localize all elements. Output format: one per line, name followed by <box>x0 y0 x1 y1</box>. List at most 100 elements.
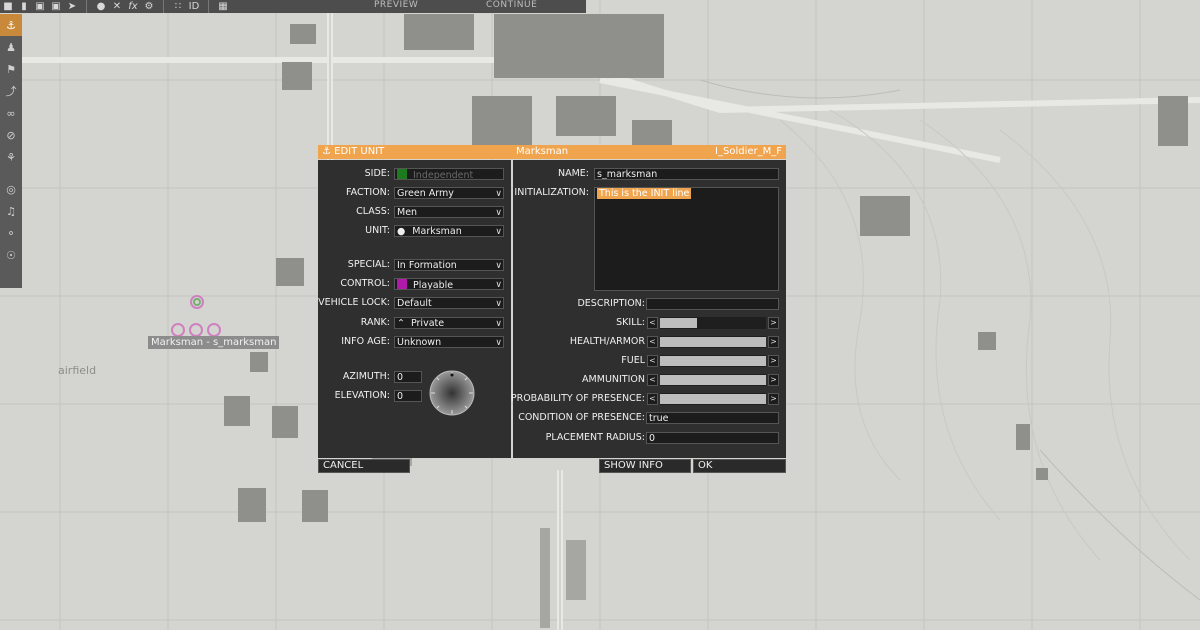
side-field: Independent <box>394 168 504 180</box>
probability-label: PROBABILITY OF PRESENCE: <box>510 393 645 404</box>
continue-button[interactable]: CONTINUE <box>486 0 537 13</box>
rank-dropdown[interactable]: ⌃ Private ∨ <box>394 317 504 329</box>
placement-radius-label: PLACEMENT RADIUS: <box>545 432 645 443</box>
initialization-label: INITIALIZATION: <box>514 187 589 198</box>
tools-icon[interactable]: ✕ <box>109 0 125 13</box>
chevron-down-icon: ∨ <box>495 299 502 309</box>
layers-icon[interactable]: ▦ <box>215 0 231 13</box>
play-icon[interactable]: ➤ <box>64 0 80 13</box>
toolbar-divider <box>163 0 164 13</box>
cancel-button[interactable]: CANCEL <box>318 459 410 473</box>
probability-decrease-button[interactable]: < <box>647 393 658 405</box>
toolbar-divider <box>208 0 209 13</box>
ammunition-slider-fill <box>660 375 766 385</box>
probability-increase-button[interactable]: > <box>768 393 779 405</box>
control-label: CONTROL: <box>340 278 390 289</box>
ammunition-label: AMMUNITION <box>582 374 645 385</box>
special-label: SPECIAL: <box>347 259 390 270</box>
dialog-title: EDIT UNIT <box>334 146 385 157</box>
class-dropdown[interactable]: Men ∨ <box>394 206 504 218</box>
fuel-increase-button[interactable]: > <box>768 355 779 367</box>
sound-icon[interactable]: ♫ <box>0 200 22 222</box>
marker-icon[interactable]: ⚑ <box>0 58 22 80</box>
left-sidebar: ⚓ ♟ ⚑ ⤴ ∞ ⊘ ⚘ ◎ ♫ ⚬ ☉ <box>0 14 22 288</box>
preview-button[interactable]: PREVIEW <box>374 0 418 13</box>
soldier-icon: ● <box>397 226 406 237</box>
skill-slider[interactable] <box>660 317 766 329</box>
unit-dropdown[interactable]: ● Marksman ∨ <box>394 225 504 237</box>
fuel-label: FUEL <box>621 355 645 366</box>
map-place-label: airfield <box>58 364 97 377</box>
link-icon[interactable]: ∞ <box>0 102 22 124</box>
special-dropdown[interactable]: In Formation ∨ <box>394 259 504 271</box>
placement-radius-input[interactable]: 0 <box>646 432 779 444</box>
ammunition-slider[interactable] <box>660 374 766 386</box>
chevron-down-icon: ∨ <box>495 227 502 237</box>
health-increase-button[interactable]: > <box>768 336 779 348</box>
elevation-input[interactable]: 0 <box>394 390 422 402</box>
ammunition-decrease-button[interactable]: < <box>647 374 658 386</box>
name-input[interactable]: s_marksman <box>594 168 779 180</box>
top-toolbar: ■ ▮ ▣ ▣ ➤ ● ✕ fx ⚙ ∷ ID ▦ PREVIEW CONTIN… <box>0 0 586 13</box>
azimuth-input[interactable]: 0 <box>394 371 422 383</box>
fx-icon[interactable]: fx <box>125 0 141 13</box>
probability-slider[interactable] <box>660 393 766 405</box>
control-color-swatch <box>397 279 407 289</box>
vehicle-lock-value: Default <box>397 298 432 309</box>
description-label: DESCRIPTION: <box>577 298 645 309</box>
side-label: SIDE: <box>364 168 390 179</box>
grid-icon[interactable]: ∷ <box>170 0 186 13</box>
side-value: Independent <box>413 170 474 180</box>
chevron-down-icon: ∨ <box>495 189 502 199</box>
id-icon[interactable]: ID <box>186 0 202 13</box>
group-icon[interactable]: ♟ <box>0 36 22 58</box>
waypoint-icon[interactable]: ⤴ <box>0 80 22 102</box>
info-age-dropdown[interactable]: Unknown ∨ <box>394 336 504 348</box>
health-decrease-button[interactable]: < <box>647 336 658 348</box>
fuel-decrease-button[interactable]: < <box>647 355 658 367</box>
description-input[interactable] <box>646 298 779 310</box>
azimuth-label: AZIMUTH: <box>342 371 390 382</box>
vehicle-lock-dropdown[interactable]: Default ∨ <box>394 297 504 309</box>
faction-value: Green Army <box>397 188 454 199</box>
ear-icon[interactable]: ⚬ <box>0 222 22 244</box>
module-icon[interactable]: ⚘ <box>0 146 22 168</box>
open-icon[interactable]: ▮ <box>16 0 32 13</box>
rank-label: RANK: <box>360 317 390 328</box>
ammunition-increase-button[interactable]: > <box>768 374 779 386</box>
unit-icon[interactable]: ⚓ <box>0 14 22 36</box>
settings-icon[interactable]: ⚙ <box>141 0 157 13</box>
show-info-button[interactable]: SHOW INFO <box>599 459 691 473</box>
save-icon[interactable]: ▣ <box>32 0 48 13</box>
ok-button[interactable]: OK <box>693 459 786 473</box>
health-slider-fill <box>660 337 766 347</box>
condition-input[interactable]: true <box>646 412 779 424</box>
faction-dropdown[interactable]: Green Army ∨ <box>394 187 504 199</box>
chevron-down-icon: ∨ <box>495 338 502 348</box>
dialog-title-bar: ⚓ EDIT UNIT Marksman I_Soldier_M_F <box>318 145 786 159</box>
unit-map-label[interactable]: Marksman - s_marksman <box>148 336 280 349</box>
skill-label: SKILL: <box>616 317 645 328</box>
class-label: CLASS: <box>356 206 390 217</box>
unit-label: UNIT: <box>365 225 390 236</box>
skill-increase-button[interactable]: > <box>768 317 779 329</box>
health-slider[interactable] <box>660 336 766 348</box>
info-age-label: INFO AGE: <box>341 336 390 347</box>
skill-decrease-button[interactable]: < <box>647 317 658 329</box>
info-age-value: Unknown <box>397 337 442 348</box>
special-value: In Formation <box>397 260 457 271</box>
units-icon[interactable]: ● <box>93 0 109 13</box>
save-as-icon[interactable]: ▣ <box>48 0 64 13</box>
dialog-class-name: I_Soldier_M_F <box>715 146 782 157</box>
unit-type-icon: ⚓ <box>322 146 331 157</box>
azimuth-dial[interactable] <box>428 369 476 417</box>
sync-icon[interactable]: ⊘ <box>0 124 22 146</box>
new-icon[interactable]: ■ <box>0 0 16 13</box>
trigger-icon[interactable]: ◎ <box>0 178 22 200</box>
chevron-down-icon: ∨ <box>495 280 502 290</box>
probability-slider-fill <box>660 394 766 404</box>
initialization-textarea[interactable]: This is the INIT line <box>594 187 779 291</box>
radio-icon[interactable]: ☉ <box>0 244 22 266</box>
control-dropdown[interactable]: Playable ∨ <box>394 278 504 290</box>
fuel-slider[interactable] <box>660 355 766 367</box>
